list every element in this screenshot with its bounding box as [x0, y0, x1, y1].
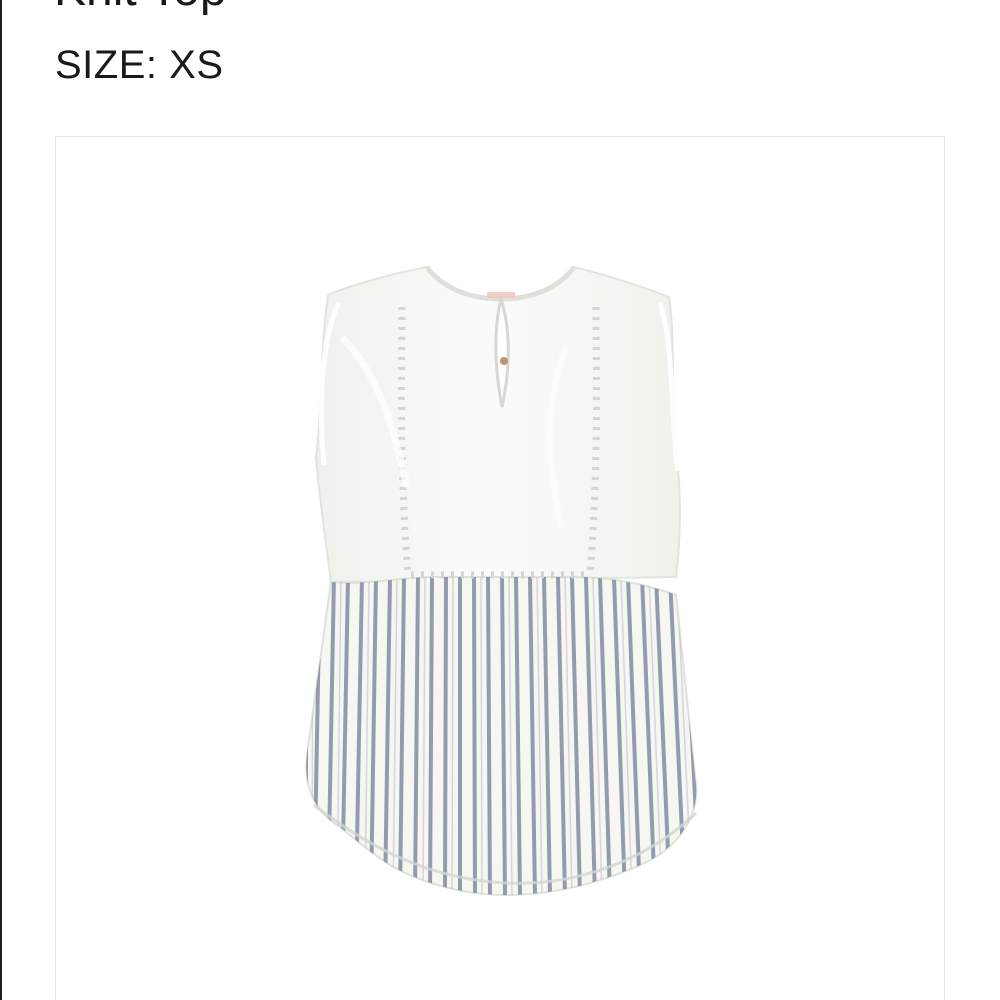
product-detail-page: Knit Top SIZE: XS	[0, 0, 1000, 1000]
size-value: XS	[169, 43, 224, 87]
size-indicator: SIZE: XS	[55, 41, 224, 89]
window-edge	[0, 0, 2, 1000]
product-image-card[interactable]	[55, 136, 945, 1000]
product-image	[305, 265, 698, 897]
size-label: SIZE:	[55, 43, 158, 87]
top-garment	[305, 265, 698, 897]
product-title: Knit Top	[54, 0, 227, 18]
